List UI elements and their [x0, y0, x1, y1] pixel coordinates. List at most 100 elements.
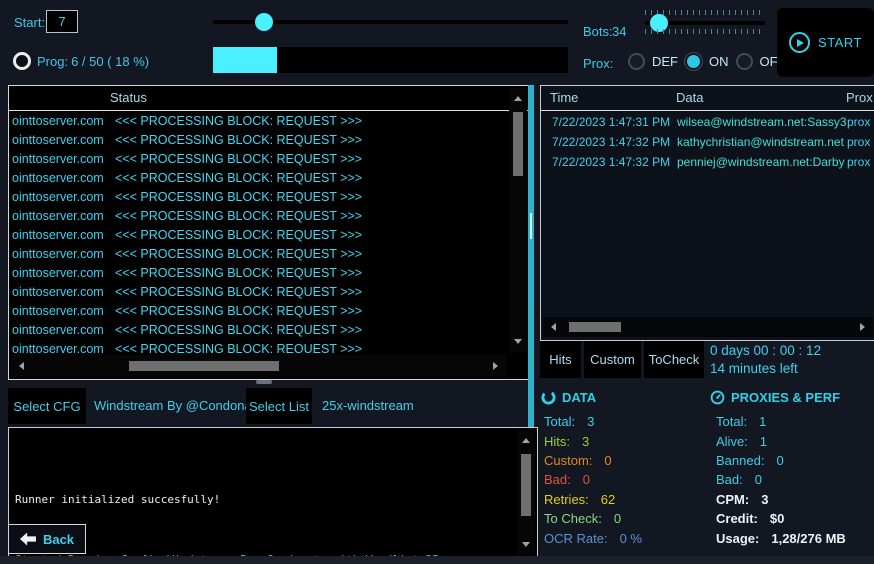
vscroll-thumb[interactable]: [521, 454, 531, 516]
progress-fill: [213, 47, 277, 73]
data-stats-rows: Total: 3 Hits: 3 Custom: 0 Bad: 0: [544, 412, 642, 548]
row-data: kathychristian@windstream.net: [677, 132, 846, 152]
stat-label: Bad:: [544, 472, 571, 487]
start-slider-thumb[interactable]: [255, 13, 273, 31]
data-stats-header: DATA: [541, 390, 642, 405]
vscroll-thumb[interactable]: [513, 112, 523, 176]
table-row[interactable]: 7/22/2023 1:47:32 PM penniej@windstream.…: [541, 152, 874, 172]
stat-value: 0: [583, 472, 590, 487]
table-row[interactable]: ointtoserver.com <<< PROCESSING BLOCK: R…: [9, 282, 508, 301]
row-status: <<< PROCESSING BLOCK: REQUEST >>>: [107, 323, 362, 337]
scroll-right-icon[interactable]: [860, 323, 865, 331]
time-column-header[interactable]: Time: [550, 90, 578, 105]
scroll-left-icon[interactable]: [19, 362, 24, 370]
table-row[interactable]: ointtoserver.com <<< PROCESSING BLOCK: R…: [9, 244, 508, 263]
scroll-down-icon[interactable]: [522, 542, 530, 547]
proxies-stats-rows: Total: 1 Alive: 1 Banned: 0 Bad: 0: [716, 412, 846, 548]
table-row[interactable]: ointtoserver.com <<< PROCESSING BLOCK: R…: [9, 149, 508, 168]
bots-slider-ticks-bottom: [645, 29, 765, 34]
start-input[interactable]: [46, 10, 78, 33]
stat-label: CPM:: [716, 492, 749, 507]
stat-value: 0: [776, 453, 783, 468]
bots-value: 34: [612, 24, 626, 39]
elapsed-time: 0 days 00 : 00 : 12: [710, 343, 821, 358]
tab-hits[interactable]: Hits: [540, 341, 581, 378]
data-ring-icon: [541, 390, 556, 405]
hits-grid: Time Data Prox 7/22/2023 1:47:31 PM wils…: [540, 85, 874, 341]
tab-custom[interactable]: Custom: [584, 341, 641, 378]
stat-value: 1,28/276 MB: [771, 531, 845, 546]
prox-label: Prox:: [583, 56, 613, 71]
row-data: penniej@windstream.net:Darby: [677, 152, 846, 172]
stat-row: Bad: 0: [716, 470, 846, 489]
back-button-label: Back: [43, 532, 74, 547]
row-status: <<< PROCESSING BLOCK: REQUEST >>>: [107, 342, 362, 354]
prox-radio-on[interactable]: [685, 53, 702, 70]
runner-status-grid: Status ointtoserver.com <<< PROCESSING B…: [8, 85, 530, 380]
footer-bar: [0, 556, 874, 564]
tab-tocheck[interactable]: ToCheck: [644, 341, 704, 378]
table-row[interactable]: ointtoserver.com <<< PROCESSING BLOCK: R…: [9, 301, 508, 320]
select-list-label: Select List: [249, 399, 309, 414]
table-row[interactable]: 7/22/2023 1:47:31 PM wilsea@windstream.n…: [541, 112, 874, 132]
table-row[interactable]: 7/22/2023 1:47:32 PM kathychristian@wind…: [541, 132, 874, 152]
stat-row: Hits: 3: [544, 431, 642, 450]
table-row[interactable]: ointtoserver.com <<< PROCESSING BLOCK: R…: [9, 263, 508, 282]
stat-value: 3: [761, 492, 768, 507]
prog-radio[interactable]: [13, 52, 31, 70]
table-row[interactable]: ointtoserver.com <<< PROCESSING BLOCK: R…: [9, 130, 508, 149]
prox-radio-def[interactable]: [628, 53, 645, 70]
select-cfg-button[interactable]: Select CFG: [8, 388, 86, 424]
table-row[interactable]: ointtoserver.com <<< PROCESSING BLOCK: R…: [9, 206, 508, 225]
data-column-header[interactable]: Data: [676, 90, 703, 105]
splitter-grip[interactable]: [530, 213, 532, 239]
stat-label: To Check:: [544, 511, 602, 526]
stat-label: Total:: [716, 414, 747, 429]
scroll-left-icon[interactable]: [551, 323, 556, 331]
play-icon: [789, 32, 810, 53]
start-position-slider[interactable]: [213, 20, 568, 24]
left-grid-vscrollbar[interactable]: [509, 88, 527, 352]
config-name: Windstream By @Condonato: [94, 398, 263, 413]
stat-row: Total: 1: [716, 412, 846, 431]
hscroll-thumb[interactable]: [129, 361, 279, 371]
hscroll-thumb[interactable]: [569, 322, 621, 332]
row-site: ointtoserver.com: [9, 209, 107, 223]
stat-label: Retries:: [544, 492, 589, 507]
row-time: 7/22/2023 1:47:32 PM: [552, 152, 674, 172]
status-column-header[interactable]: Status: [9, 86, 529, 111]
table-row[interactable]: ointtoserver.com <<< PROCESSING BLOCK: R…: [9, 320, 508, 339]
row-site: ointtoserver.com: [9, 114, 107, 128]
hits-grid-hscrollbar[interactable]: [543, 317, 873, 337]
prox-radio-off[interactable]: [736, 53, 753, 70]
prog-label: Prog:: [37, 54, 68, 69]
row-prox: prox: [847, 152, 870, 172]
table-row[interactable]: ointtoserver.com <<< PROCESSING BLOCK: R…: [9, 111, 508, 130]
left-grid-hscrollbar[interactable]: [11, 355, 506, 377]
scroll-up-icon[interactable]: [514, 96, 522, 101]
stat-row: OCR Rate: 0 %: [544, 528, 642, 547]
scroll-down-icon[interactable]: [514, 339, 522, 344]
stat-row: Custom: 0: [544, 451, 642, 470]
proxies-stats-header: PROXIES & PERF: [710, 390, 846, 405]
back-arrow-icon: [20, 533, 36, 546]
stat-label: Hits:: [544, 434, 570, 449]
back-button[interactable]: Back: [8, 524, 86, 554]
horizontal-splitter-grip[interactable]: [256, 380, 272, 384]
table-row[interactable]: ointtoserver.com <<< PROCESSING BLOCK: R…: [9, 187, 508, 206]
table-row[interactable]: ointtoserver.com <<< PROCESSING BLOCK: R…: [9, 339, 508, 353]
scroll-right-icon[interactable]: [493, 362, 498, 370]
stat-row: Retries: 62: [544, 490, 642, 509]
start-button[interactable]: START: [777, 8, 874, 77]
table-row[interactable]: ointtoserver.com <<< PROCESSING BLOCK: R…: [9, 225, 508, 244]
prox-column-header[interactable]: Prox: [846, 90, 873, 105]
select-list-button[interactable]: Select List: [246, 388, 312, 424]
runner-log[interactable]: Runner initialized succesfully! Started …: [8, 427, 538, 558]
status-rows: ointtoserver.com <<< PROCESSING BLOCK: R…: [9, 111, 508, 353]
proxies-stats-section: PROXIES & PERF Total: 1 Alive: 1 Banned:…: [710, 390, 846, 548]
scroll-up-icon[interactable]: [522, 438, 530, 443]
tab-tocheck-label: ToCheck: [649, 352, 700, 367]
bots-slider[interactable]: [645, 21, 765, 25]
log-vscrollbar[interactable]: [517, 430, 535, 555]
table-row[interactable]: ointtoserver.com <<< PROCESSING BLOCK: R…: [9, 168, 508, 187]
